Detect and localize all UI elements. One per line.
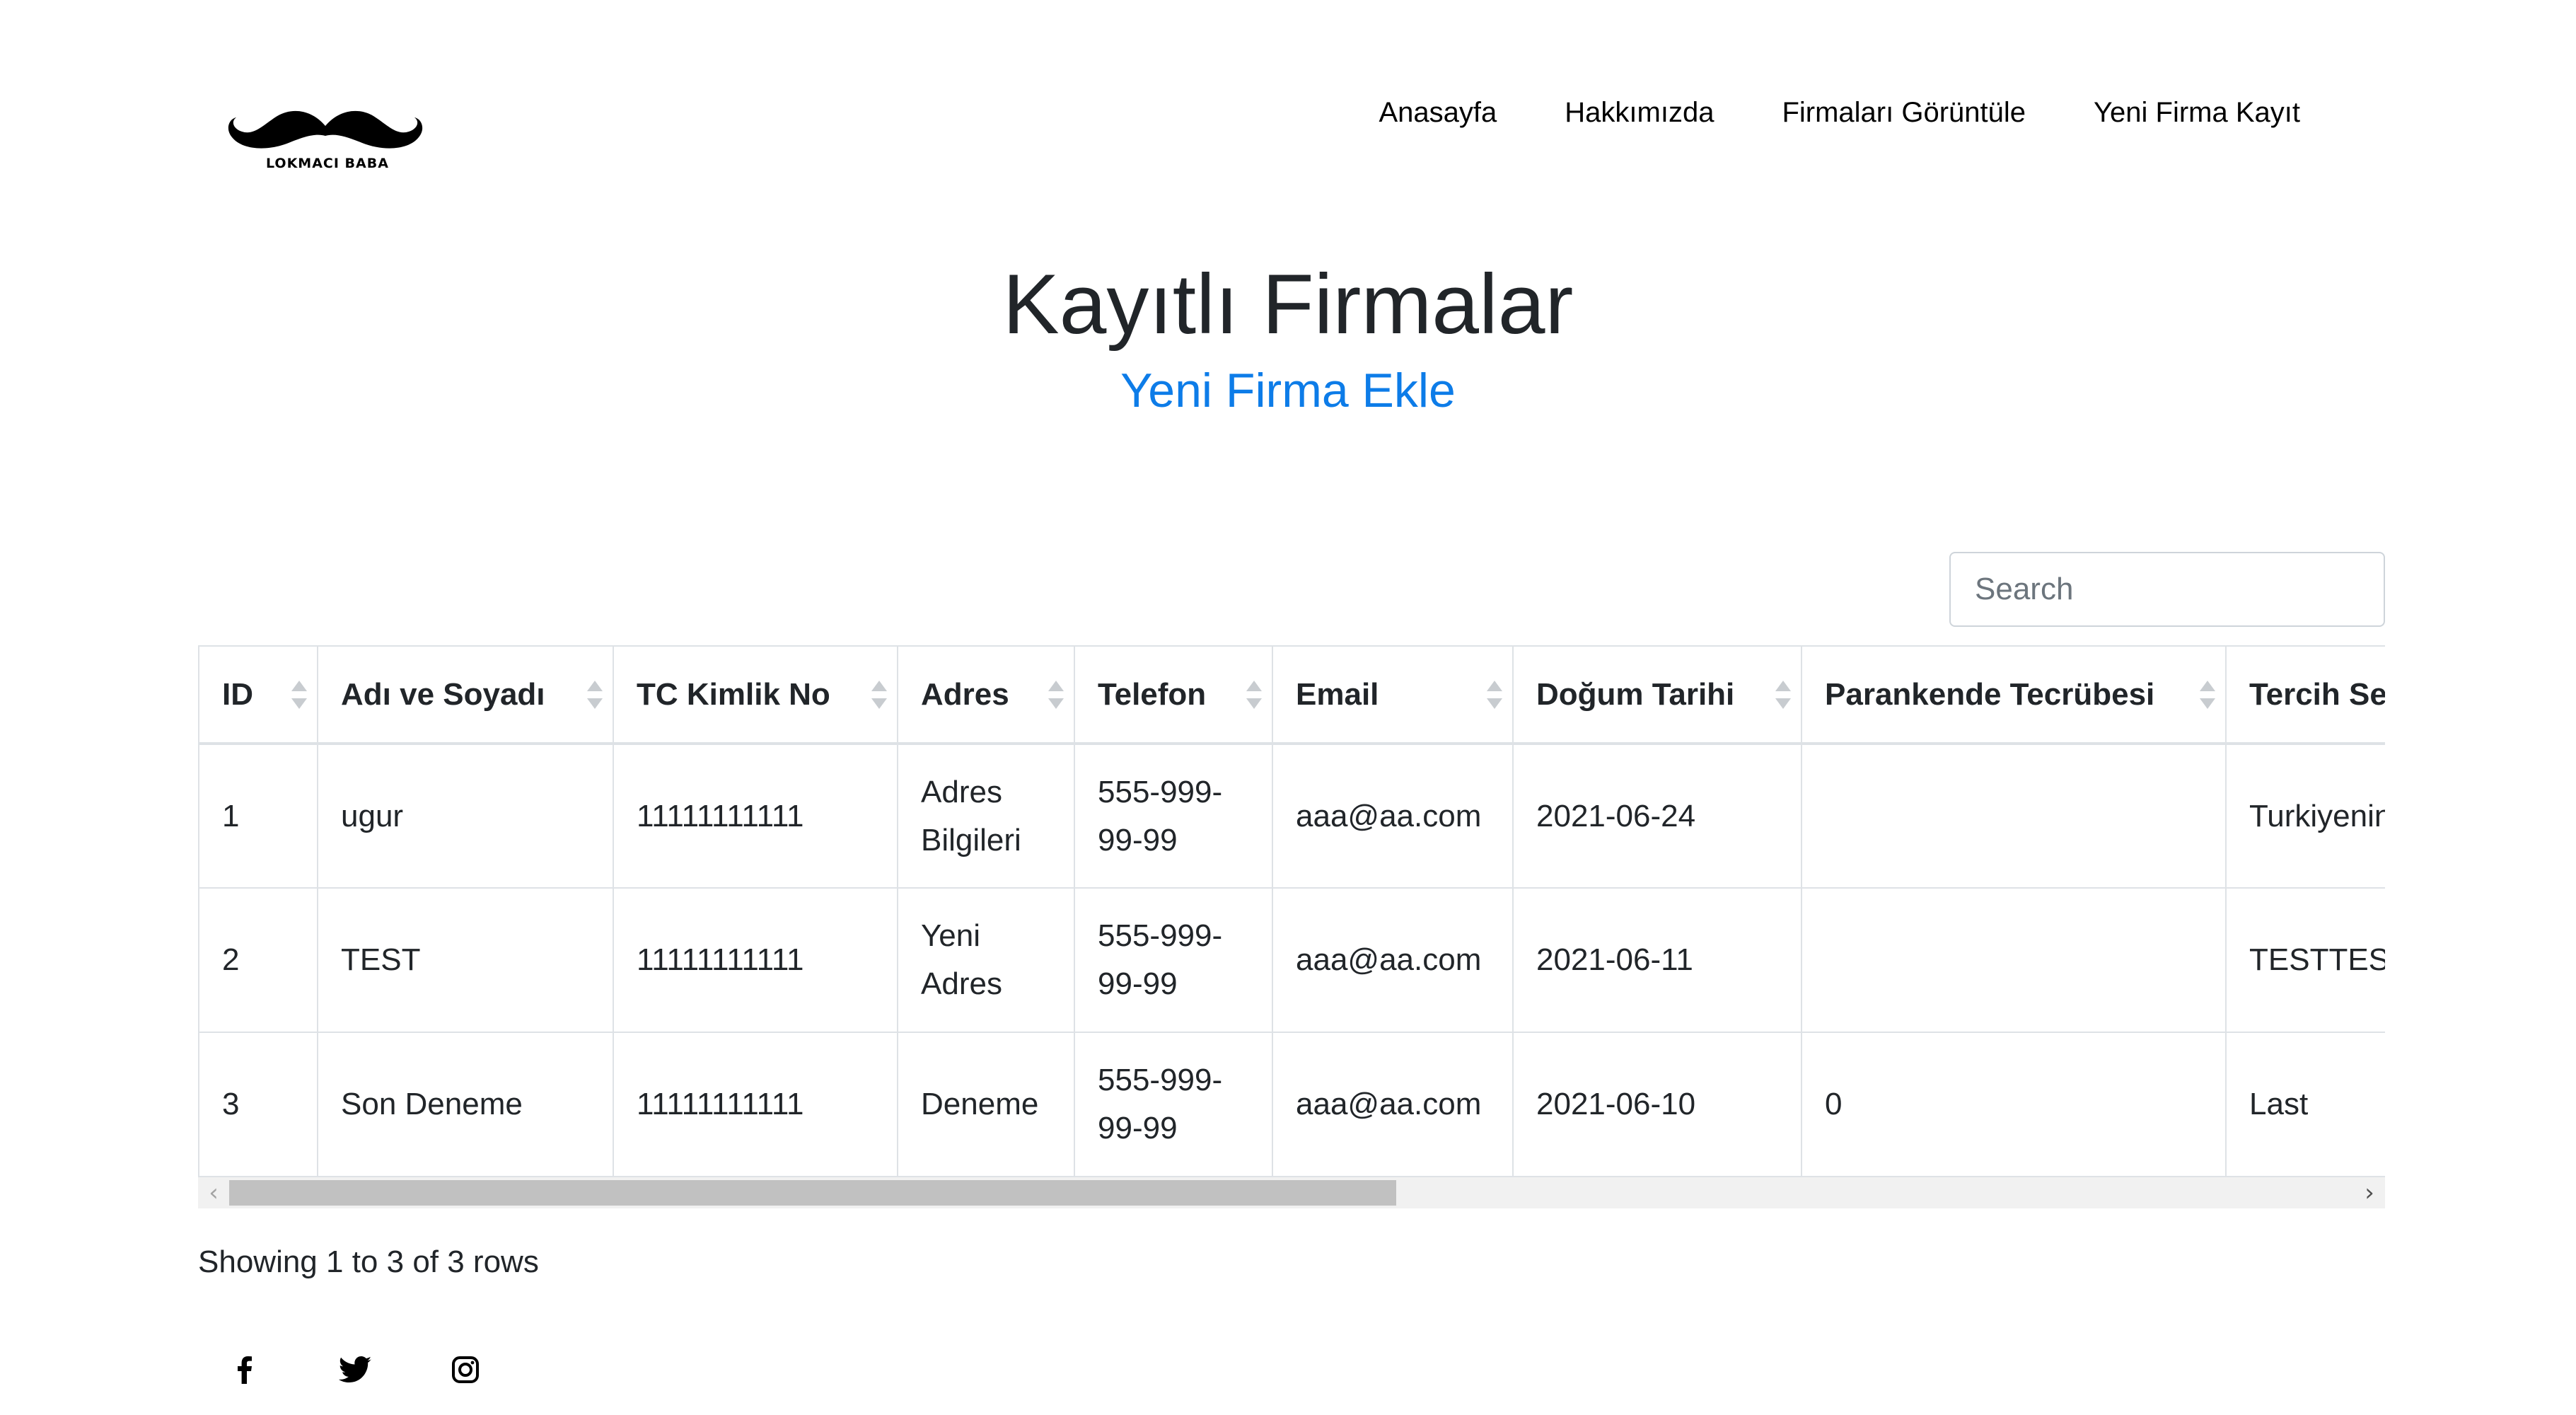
sort-icon (1048, 679, 1064, 710)
sort-icon (1246, 679, 1262, 710)
nav-item-hakkimizda[interactable]: Hakkımızda (1531, 96, 1748, 129)
companies-table: ID Adı ve Soyadı TC Kimlik No Adres Tele… (198, 645, 2385, 1177)
cell-address: Adres Bilgileri (897, 743, 1075, 889)
logo-text: LOKMACI BABA (266, 156, 389, 171)
cell-preference: TESTTEST (2225, 887, 2385, 1033)
scroll-right-icon[interactable]: › (2354, 1177, 2385, 1208)
sort-icon (291, 679, 307, 710)
cell-email: aaa@aa.com (1272, 1032, 1514, 1177)
column-header-preference[interactable]: Tercih Sebebi (2225, 645, 2385, 745)
sort-icon (587, 679, 603, 710)
column-header-id[interactable]: ID (198, 645, 318, 745)
pagination-summary: Showing 1 to 3 of 3 rows (198, 1244, 539, 1279)
cell-email: aaa@aa.com (1272, 743, 1514, 889)
cell-preference: Last (2225, 1032, 2385, 1177)
cell-phone: 555-999-99-99 (1074, 887, 1273, 1033)
cell-phone: 555-999-99-99 (1074, 1032, 1273, 1177)
cell-tc-no: 11111111111 (613, 887, 898, 1033)
instagram-icon[interactable] (447, 1351, 484, 1388)
cell-name: Son Deneme (317, 1032, 614, 1177)
column-header-label: Adı ve Soyadı (341, 676, 545, 712)
scroll-left-icon[interactable]: ‹ (198, 1177, 229, 1208)
column-header-label: TC Kimlik No (637, 676, 830, 712)
column-header-label: Parankende Tecrübesi (1825, 676, 2155, 712)
column-header-label: Telefon (1098, 676, 1207, 712)
cell-address: Yeni Adres (897, 887, 1075, 1033)
scrollbar-thumb[interactable] (229, 1180, 1396, 1206)
cell-tc-no: 11111111111 (613, 743, 898, 889)
cell-experience (1801, 887, 2227, 1033)
column-header-email[interactable]: Email (1272, 645, 1514, 745)
sort-icon (871, 679, 887, 710)
table-row: 1 ugur 11111111111 Adres Bilgileri 555-9… (198, 743, 2385, 889)
table-row: 3 Son Deneme 11111111111 Deneme 555-999-… (198, 1032, 2385, 1177)
column-header-label: Email (1296, 676, 1379, 712)
column-header-address[interactable]: Adres (897, 645, 1075, 745)
cell-birth-date: 2021-06-10 (1512, 1032, 1802, 1177)
cell-email: aaa@aa.com (1272, 887, 1514, 1033)
column-header-label: Adres (921, 676, 1009, 712)
nav-item-anasayfa[interactable]: Anasayfa (1345, 96, 1531, 129)
sort-icon (2200, 679, 2215, 710)
sort-icon (1487, 679, 1502, 710)
main-nav: Anasayfa Hakkımızda Firmaları Görüntüle … (1345, 96, 2301, 129)
cell-birth-date: 2021-06-11 (1512, 887, 1802, 1033)
sort-icon (1775, 679, 1791, 710)
search-input[interactable] (1949, 552, 2385, 627)
column-header-label: Tercih Sebebi (2249, 676, 2385, 712)
horizontal-scrollbar[interactable]: ‹ › (198, 1177, 2385, 1208)
cell-name: TEST (317, 887, 614, 1033)
cell-tc-no: 11111111111 (613, 1032, 898, 1177)
cell-experience (1801, 743, 2227, 889)
cell-id: 2 (198, 887, 318, 1033)
table-row: 2 TEST 11111111111 Yeni Adres 555-999-99… (198, 887, 2385, 1033)
social-links (226, 1351, 557, 1388)
nav-item-yeni-firma-kayit[interactable]: Yeni Firma Kayıt (2060, 96, 2300, 129)
cell-experience: 0 (1801, 1032, 2227, 1177)
nav-item-firmalari-goruntule[interactable]: Firmaları Görüntüle (1748, 96, 2060, 129)
cell-address: Deneme (897, 1032, 1075, 1177)
column-header-tc-no[interactable]: TC Kimlik No (613, 645, 898, 745)
cell-id: 1 (198, 743, 318, 889)
cell-birth-date: 2021-06-24 (1512, 743, 1802, 889)
column-header-name[interactable]: Adı ve Soyadı (317, 645, 614, 745)
column-header-experience[interactable]: Parankende Tecrübesi (1801, 645, 2227, 745)
cell-name: ugur (317, 743, 614, 889)
column-header-label: Doğum Tarihi (1536, 676, 1735, 712)
cell-phone: 555-999-99-99 (1074, 743, 1273, 889)
table-header-row: ID Adı ve Soyadı TC Kimlik No Adres Tele… (198, 645, 2385, 745)
facebook-icon[interactable] (226, 1351, 263, 1388)
page-title: Kayıtlı Firmalar (1002, 257, 1574, 352)
table-container: ID Adı ve Soyadı TC Kimlik No Adres Tele… (198, 645, 2385, 1211)
brand-logo[interactable]: LOKMACI BABA (226, 99, 424, 184)
cell-preference: Turkiyenin I (2225, 743, 2385, 889)
column-header-birth-date[interactable]: Doğum Tarihi (1512, 645, 1802, 745)
column-header-label: ID (222, 676, 253, 712)
column-header-phone[interactable]: Telefon (1074, 645, 1273, 745)
cell-id: 3 (198, 1032, 318, 1177)
twitter-icon[interactable] (337, 1351, 373, 1388)
add-company-link[interactable]: Yeni Firma Ekle (0, 362, 2576, 419)
